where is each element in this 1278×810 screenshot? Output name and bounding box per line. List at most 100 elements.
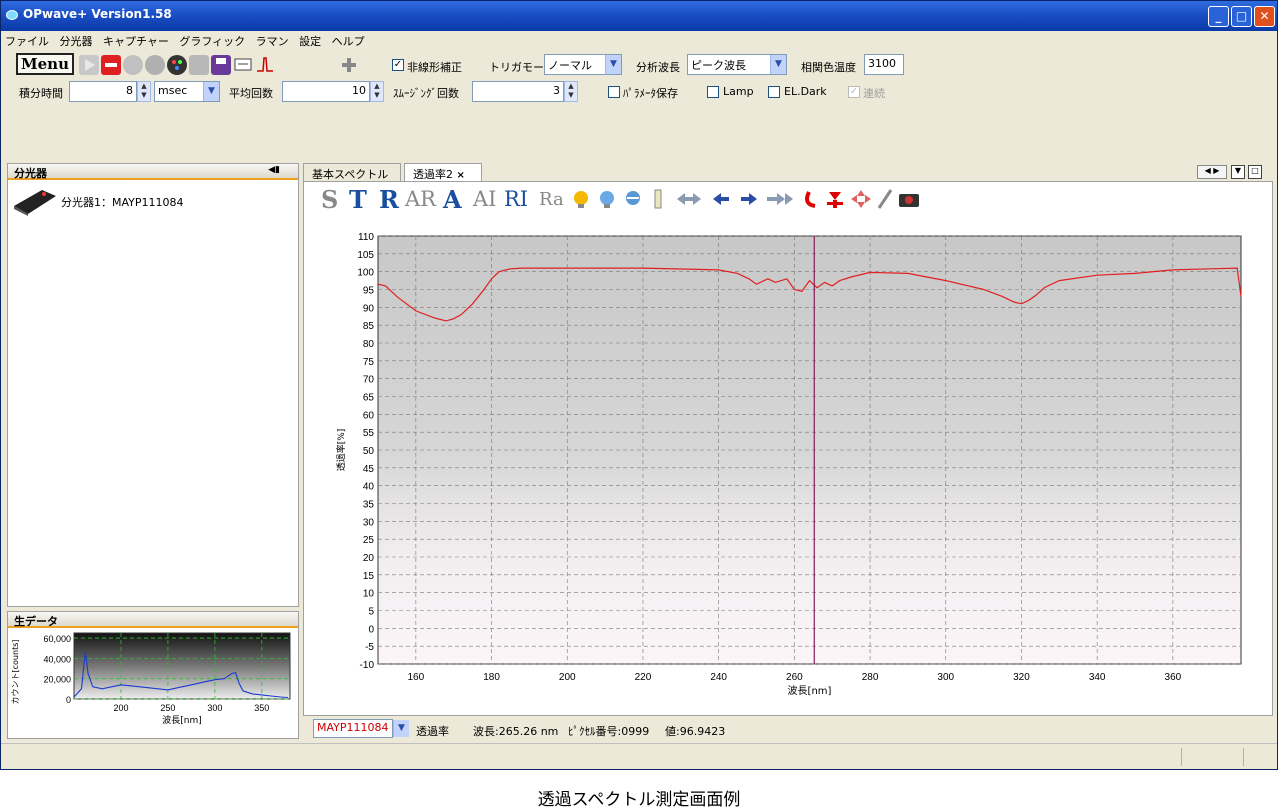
raw-y-tick-label: 20,000	[43, 675, 71, 685]
peak-icon[interactable]	[255, 55, 275, 75]
tab-basic-spectrum[interactable]: 基本スペクトル	[303, 163, 401, 181]
spectrometer-panel-header: 分光器 ◀▮	[8, 164, 298, 180]
palette-icon[interactable]	[167, 55, 187, 75]
eldark-checkbox[interactable]	[768, 86, 780, 98]
bulb-blue-icon	[600, 191, 614, 208]
y-tick-label: 35	[363, 500, 375, 511]
s-mode-icon[interactable]: S	[321, 185, 338, 214]
status-bar: MAYP111084 ▼ 透過率 波長:265.26 nm ﾋﾟｸｾﾙ番号:09…	[303, 718, 1273, 740]
app-icon	[6, 10, 18, 20]
y-tick-label: -10	[360, 660, 375, 671]
tab-scroll-icon[interactable]: ◀ ▶	[1197, 165, 1227, 179]
y-tick-label: 80	[363, 339, 375, 350]
device-item[interactable]: 分光器1：MAYP111084	[61, 194, 184, 210]
status-pixel: ﾋﾟｸｾﾙ番号:0999	[568, 725, 650, 738]
menu-raman[interactable]: ラマン	[256, 35, 289, 48]
tab-restore-icon[interactable]: □	[1248, 165, 1262, 179]
pin-icon[interactable]: ◀▮	[268, 165, 280, 175]
y-tick-label: -5	[365, 642, 374, 653]
y-tick-label: 0	[368, 624, 374, 635]
minimize-button[interactable]: _	[1208, 6, 1229, 27]
menu-bar: ファイル 分光器 キャプチャー グラフィック ラマン 設定 ヘルプ	[1, 31, 1277, 49]
raw-x-tick-label: 350	[254, 703, 269, 713]
ri-mode-icon[interactable]: RI	[504, 187, 528, 211]
pen-icon	[877, 189, 893, 209]
cct-field[interactable]: 3100	[864, 54, 904, 75]
y-tick-label: 105	[357, 250, 374, 261]
play-icon[interactable]	[79, 55, 99, 75]
tab-list-icon[interactable]: ▼	[1231, 165, 1245, 179]
menu-spectrometer[interactable]: 分光器	[60, 35, 93, 48]
analysis-label: 分析波長	[636, 61, 680, 74]
chevron-down-icon[interactable]: ▼	[605, 55, 621, 74]
y-tick-label: 70	[363, 375, 375, 386]
graph-tool-icons	[574, 189, 919, 209]
raw-x-axis-label: 波長[nm]	[162, 714, 202, 726]
grid-icon[interactable]	[189, 55, 209, 75]
add-icon[interactable]	[339, 55, 359, 75]
chevron-down-icon[interactable]: ▼	[203, 82, 219, 101]
tab-close-icon[interactable]: ×	[457, 170, 465, 181]
menu-graphic[interactable]: グラフィック	[179, 35, 245, 48]
continuous-label: 連続	[863, 87, 885, 100]
save-icon[interactable]	[211, 55, 231, 75]
spin-arrows-icon[interactable]: ▲ ▼	[370, 81, 384, 102]
status-divider	[1181, 748, 1182, 766]
lamp-label: Lamp	[723, 85, 754, 98]
chevron-down-icon[interactable]: ▼	[393, 720, 409, 737]
close-button[interactable]: ✕	[1254, 6, 1275, 27]
ra-mode-icon[interactable]: Ra	[539, 189, 564, 210]
bulb-yellow-icon	[574, 191, 588, 208]
raw-y-tick-label: 40,000	[43, 654, 71, 664]
status-device-select[interactable]: MAYP111084	[313, 719, 393, 738]
menu-settings[interactable]: 設定	[299, 35, 321, 48]
spectrometer-panel: 分光器 ◀▮ 分光器1：MAYP111084	[7, 163, 299, 607]
spin-arrows-icon[interactable]: ▲ ▼	[137, 81, 151, 102]
nonlinear-checkbox[interactable]: ✓	[392, 59, 404, 71]
trigger-value: ノーマル	[548, 59, 592, 72]
average-field[interactable]: 10	[282, 81, 370, 102]
param-save-checkbox[interactable]	[608, 86, 620, 98]
lamp-checkbox[interactable]	[707, 86, 719, 98]
ar-mode-icon[interactable]: AR	[405, 187, 436, 211]
menu-help[interactable]: ヘルプ	[332, 35, 365, 48]
dark-icon[interactable]	[145, 55, 165, 75]
x-tick-label: 220	[635, 672, 652, 683]
t-mode-icon[interactable]: T	[349, 185, 367, 214]
capture-icon[interactable]	[123, 55, 143, 75]
monitor-icon[interactable]	[233, 55, 253, 75]
ai-mode-icon[interactable]: AI	[473, 187, 496, 211]
raw-plot-area	[73, 632, 291, 700]
stop-icon[interactable]	[101, 55, 121, 75]
menu-button[interactable]: Menu	[16, 53, 74, 75]
a-mode-icon[interactable]: A	[443, 185, 462, 214]
menu-capture[interactable]: キャプチャー	[103, 35, 169, 48]
y-tick-label: 50	[363, 446, 375, 457]
raw-data-panel-title: 生データ	[14, 615, 58, 628]
y-tick-label: 55	[363, 428, 375, 439]
y-tick-label: 30	[363, 517, 375, 528]
param-save-label: ﾊﾟﾗﾒｰﾀ保存	[623, 87, 678, 100]
menu-file[interactable]: ファイル	[5, 35, 49, 48]
y-tick-label: 110	[358, 232, 374, 243]
status-divider	[1243, 748, 1244, 766]
integration-value: 8	[126, 84, 133, 97]
integration-field[interactable]: 8	[69, 81, 137, 102]
y-tick-label: 25	[363, 535, 375, 546]
analysis-value: ピーク波長	[691, 59, 746, 72]
arrow-double-right-icon	[767, 193, 793, 205]
tab-transmittance[interactable]: 透過率2 ×	[404, 163, 482, 181]
maximize-button[interactable]: □	[1231, 6, 1252, 27]
transmittance-chart: 1101051009590858075706560555045403530252…	[335, 232, 1242, 697]
tab-basic-spectrum-label: 基本スペクトル	[312, 168, 389, 181]
integration-unit: msec	[158, 84, 188, 97]
bottom-status-bar	[1, 743, 1277, 769]
x-tick-label: 360	[1165, 672, 1182, 683]
raw-x-tick-label: 300	[207, 703, 222, 713]
spin-arrows-icon[interactable]: ▲ ▼	[564, 81, 578, 102]
continuous-checkbox[interactable]: ✓	[848, 86, 860, 98]
chevron-down-icon[interactable]: ▼	[770, 55, 786, 74]
smoothing-field[interactable]: 3	[472, 81, 564, 102]
r-mode-icon[interactable]: R	[379, 185, 399, 214]
arrow-double-left-icon	[677, 193, 701, 205]
